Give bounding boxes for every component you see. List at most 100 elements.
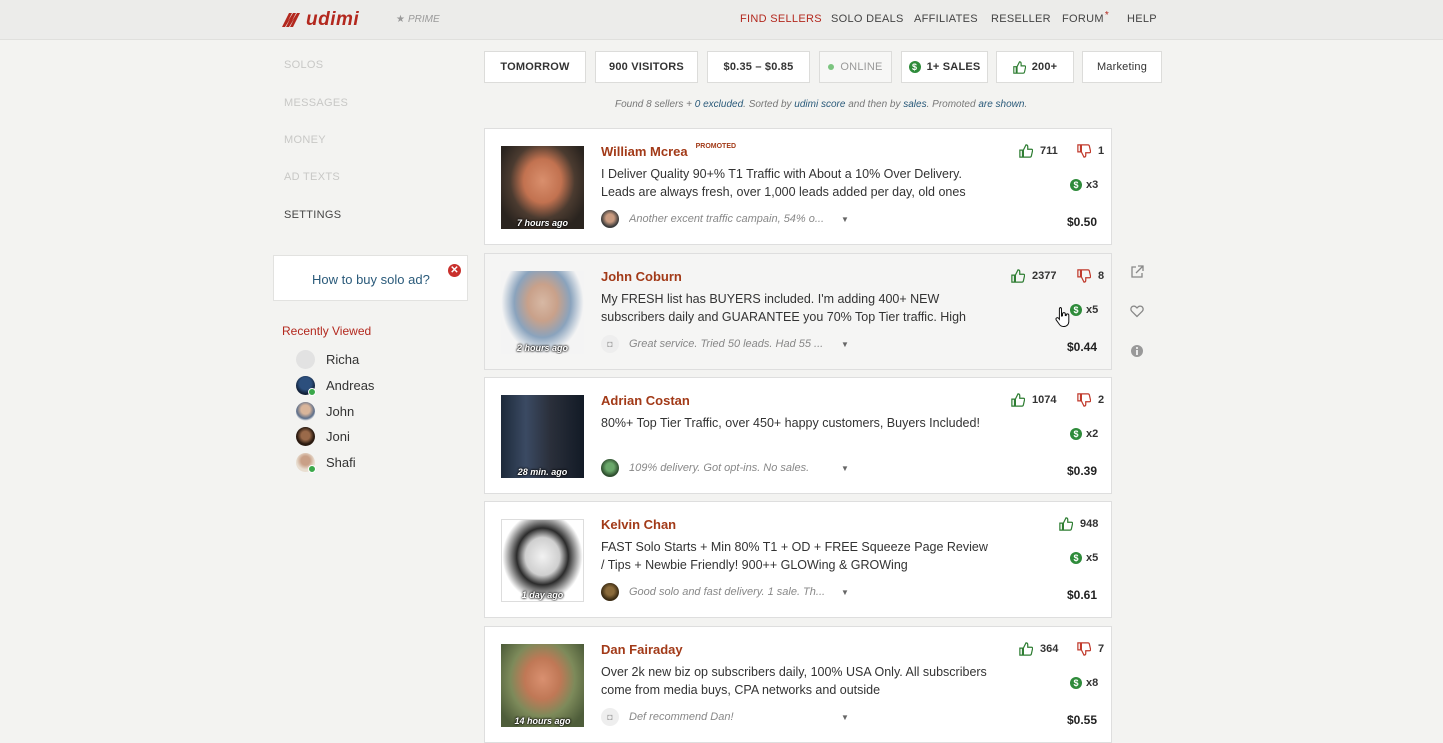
filter-sales[interactable]: $1+ SALES <box>901 51 988 83</box>
recent-item-name: Joni <box>326 428 350 444</box>
promoted-shown-link[interactable]: are shown <box>978 99 1024 110</box>
recent-item[interactable]: Richa <box>296 349 359 369</box>
prime-label: PRIME <box>407 14 440 25</box>
recent-item-name: Shafi <box>326 454 356 470</box>
seller-photo[interactable]: 28 min. ago <box>501 395 584 478</box>
chevron-down-icon[interactable]: ▼ <box>841 588 849 597</box>
nav-forum[interactable]: FORUM* <box>1062 10 1110 25</box>
chevron-down-icon[interactable]: ▼ <box>841 215 849 224</box>
dollar-icon: $ <box>1070 179 1082 191</box>
seller-name-text: John Coburn <box>601 269 682 284</box>
dislikes-count: 2 <box>1077 393 1104 407</box>
thumbs-down-icon <box>1077 393 1091 407</box>
price-per-click: $0.55 <box>1066 713 1097 727</box>
sales-multiplier: $ x5 <box>1070 304 1098 316</box>
avatar <box>296 426 315 446</box>
seller-card[interactable]: 14 hours ago Dan Fairaday Over 2k new bi… <box>484 626 1112 743</box>
thumbs-up-icon <box>1011 269 1025 283</box>
logo-mark-icon <box>282 13 300 27</box>
heart-icon[interactable] <box>1130 304 1144 318</box>
price-per-click: $0.39 <box>1066 464 1097 478</box>
latest-review[interactable]: ◘ Great service. Tried 50 leads. Had 55 … <box>601 335 849 353</box>
review-text: Good solo and fast delivery. 1 sale. Th.… <box>629 586 826 598</box>
filter-niche[interactable]: Marketing <box>1082 51 1162 83</box>
how-to-buy-box[interactable]: How to buy solo ad? ✕ <box>273 255 468 301</box>
nav-reseller[interactable]: RESELLER <box>991 13 1051 25</box>
thumbs-up-icon <box>1019 144 1033 158</box>
seller-card[interactable]: 1 day ago Kelvin Chan FAST Solo Starts +… <box>484 501 1112 618</box>
likes-count: 2377 <box>1011 269 1056 283</box>
likes-value: 948 <box>1080 518 1099 530</box>
dollar-icon: $ <box>1070 428 1082 440</box>
udimi-logo[interactable]: udimi <box>282 9 359 30</box>
price-per-click: $0.44 <box>1066 340 1097 354</box>
chevron-down-icon[interactable]: ▼ <box>841 340 849 349</box>
review-text: 109% delivery. Got opt-ins. No sales. <box>629 462 810 474</box>
thumbs-up-icon <box>1019 642 1033 656</box>
latest-review[interactable]: Another excent traffic campain, 54% o...… <box>601 210 849 228</box>
external-link-icon[interactable] <box>1130 265 1144 279</box>
excluded-link[interactable]: 0 excluded <box>695 99 743 110</box>
latest-review[interactable]: 109% delivery. Got opt-ins. No sales. ▼ <box>601 459 849 477</box>
sales-value: x5 <box>1086 304 1099 316</box>
how-to-buy-link[interactable]: How to buy solo ad? <box>312 272 430 287</box>
seller-name[interactable]: Kelvin Chan <box>601 517 676 532</box>
seller-name[interactable]: John Coburn <box>601 269 682 284</box>
filter-visitors[interactable]: 900 VISITORS <box>595 51 698 83</box>
recent-item[interactable]: John <box>296 401 354 421</box>
nav-affiliates[interactable]: AFFILIATES <box>914 13 978 25</box>
sidebar-item-settings[interactable]: SETTINGS <box>284 209 341 221</box>
sidebar-item-messages[interactable]: MESSAGES <box>284 97 348 109</box>
sidebar-item-money[interactable]: MONEY <box>284 134 326 146</box>
dollar-icon: $ <box>908 61 921 73</box>
filter-date[interactable]: TOMORROW <box>484 51 586 83</box>
sort-sales-link[interactable]: sales <box>903 99 926 110</box>
dislikes-value: 8 <box>1098 270 1105 282</box>
filter-online[interactable]: ONLINE <box>819 51 892 83</box>
review-text: Def recommend Dan! <box>629 711 734 723</box>
prime-badge[interactable]: ★ PRIME <box>396 14 440 25</box>
results-text-2: . Sorted by <box>743 99 795 110</box>
seller-name[interactable]: William Mcrea PROMOTED <box>601 143 736 159</box>
info-icon[interactable] <box>1130 344 1144 358</box>
chevron-down-icon[interactable]: ▼ <box>841 464 849 473</box>
seller-photo[interactable]: 1 day ago <box>501 519 584 602</box>
nav-solo-deals[interactable]: SOLO DEALS <box>831 13 904 25</box>
recent-item[interactable]: Joni <box>296 426 350 446</box>
sidebar-item-solos[interactable]: SOLOS <box>284 59 323 71</box>
seller-photo[interactable]: 14 hours ago <box>501 644 584 727</box>
filter-price-range[interactable]: $0.35 – $0.85 <box>707 51 810 83</box>
seller-card[interactable]: 7 hours ago William Mcrea PROMOTED I Deli… <box>484 128 1112 245</box>
chevron-down-icon[interactable]: ▼ <box>841 713 849 722</box>
nav-help[interactable]: HELP <box>1127 13 1157 25</box>
seller-photo[interactable]: 2 hours ago <box>501 271 584 354</box>
dollar-icon: $ <box>1070 552 1082 564</box>
recent-item[interactable]: Shafi <box>296 452 356 473</box>
likes-value: 1074 <box>1032 394 1057 406</box>
sidebar-item-ad-texts[interactable]: AD TEXTS <box>284 171 340 183</box>
forum-new-marker: * <box>1104 10 1110 21</box>
seller-name-text: Adrian Costan <box>601 393 690 408</box>
seller-photo[interactable]: 7 hours ago <box>501 146 584 229</box>
sort-score-link[interactable]: udimi score <box>794 99 845 110</box>
dislikes-value: 7 <box>1098 643 1105 655</box>
review-text: Another excent traffic campain, 54% o... <box>629 213 825 225</box>
sales-multiplier: $ x3 <box>1070 179 1098 191</box>
seller-card[interactable]: 28 min. ago Adrian Costan 80%+ Top Tier … <box>484 377 1112 494</box>
nav-find-sellers[interactable]: FIND SELLERS <box>740 13 822 25</box>
camera-icon: ◘ <box>601 708 619 726</box>
latest-review[interactable]: Good solo and fast delivery. 1 sale. Th.… <box>601 583 849 601</box>
recent-item[interactable]: Andreas <box>296 375 375 396</box>
seller-card[interactable]: 2 hours ago John Coburn My FRESH list ha… <box>484 253 1112 370</box>
seller-name[interactable]: Dan Fairaday <box>601 642 683 657</box>
avatar <box>296 375 316 396</box>
recent-item-name: Andreas <box>326 377 375 393</box>
likes-value: 711 <box>1040 145 1058 157</box>
close-icon[interactable]: ✕ <box>448 264 461 277</box>
seller-description: I Deliver Quality 90+% T1 Traffic with A… <box>601 167 966 199</box>
dollar-icon: $ <box>1070 304 1082 316</box>
online-indicator <box>308 464 316 473</box>
filter-likes[interactable]: 200+ <box>996 51 1074 83</box>
seller-name[interactable]: Adrian Costan <box>601 393 690 408</box>
latest-review[interactable]: ◘ Def recommend Dan! ▼ <box>601 708 849 726</box>
